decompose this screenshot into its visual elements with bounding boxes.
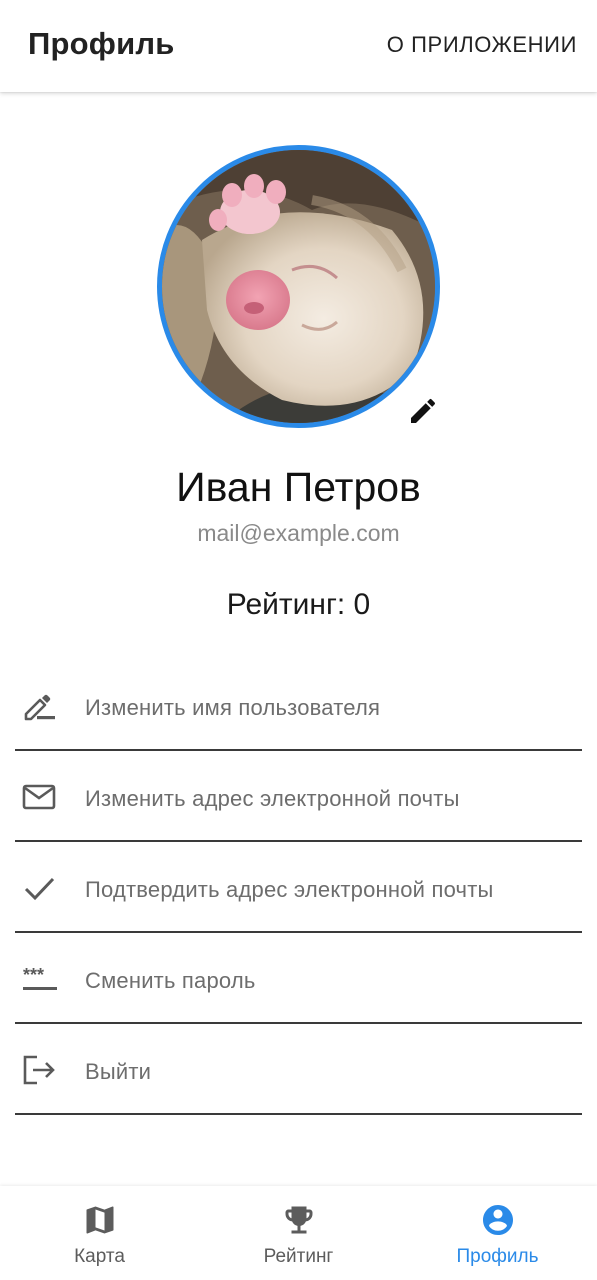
menu-item-label: Выйти <box>85 1059 152 1084</box>
logout-item[interactable]: Выйти <box>15 1024 582 1115</box>
profile-menu: Изменить имя пользователя Изменить адрес… <box>15 660 582 1115</box>
account-circle-icon <box>480 1202 516 1238</box>
mail-icon <box>21 781 57 813</box>
user-name: Иван Петров <box>176 464 421 510</box>
avatar-container <box>157 145 440 428</box>
check-icon <box>21 872 57 904</box>
edit-photo-icon[interactable] <box>407 395 439 427</box>
bottom-navigation: Карта Рейтинг Профиль <box>0 1186 597 1280</box>
avatar-photo <box>162 150 435 423</box>
menu-item-label: Изменить имя пользователя <box>85 695 381 720</box>
nav-label: Рейтинг <box>263 1246 334 1267</box>
menu-item-label: Изменить адрес электронной почты <box>85 786 460 811</box>
logout-icon <box>21 1054 57 1086</box>
change-password-item[interactable]: *** Сменить пароль <box>15 933 582 1024</box>
menu-item-label: Сменить пароль <box>85 968 256 993</box>
menu-item-label: Подтвердить адрес электронной почты <box>85 877 494 902</box>
nav-tab-map[interactable]: Карта <box>0 1186 199 1280</box>
change-username-item[interactable]: Изменить имя пользователя <box>15 660 582 751</box>
trophy-icon <box>281 1202 317 1238</box>
svg-text:***: *** <box>23 965 44 985</box>
about-app-button[interactable]: О ПРИЛОЖЕНИИ <box>387 32 577 58</box>
page-title: Профиль <box>28 26 175 61</box>
change-email-item[interactable]: Изменить адрес электронной почты <box>15 751 582 842</box>
avatar[interactable] <box>157 145 440 428</box>
map-icon <box>82 1202 118 1238</box>
verify-email-item[interactable]: Подтвердить адрес электронной почты <box>15 842 582 933</box>
nav-tab-rating[interactable]: Рейтинг <box>199 1186 398 1280</box>
app-bar: Профиль О ПРИЛОЖЕНИИ <box>0 0 597 92</box>
edit-name-icon <box>21 690 57 722</box>
user-email: mail@example.com <box>197 520 400 546</box>
nav-label: Карта <box>74 1246 125 1267</box>
nav-label: Профиль <box>456 1246 539 1267</box>
user-rating: Рейтинг: 0 <box>226 588 371 621</box>
nav-tab-profile[interactable]: Профиль <box>398 1186 597 1280</box>
password-icon: *** <box>21 963 57 995</box>
